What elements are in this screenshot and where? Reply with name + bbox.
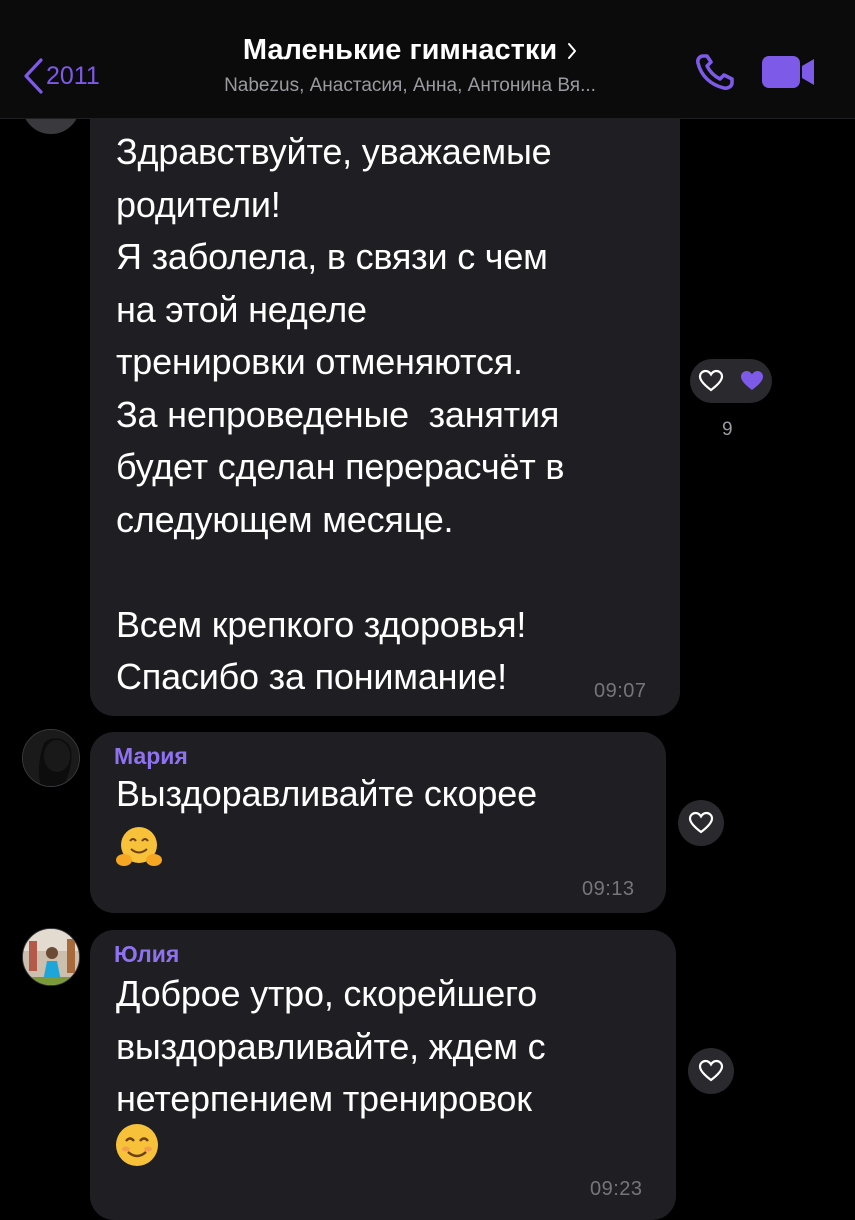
avatar-maria[interactable] [22, 729, 80, 787]
message-time: 09:07 [594, 680, 647, 702]
smiling-face-emoji [116, 1124, 158, 1166]
heart-outline-icon [688, 811, 714, 834]
chevron-right-icon [568, 42, 577, 59]
react-button[interactable] [678, 800, 724, 846]
message-bubble[interactable]: Юлия Доброе утро, скорейшего выздоравлив… [90, 930, 676, 1220]
chat-info[interactable]: Маленькие гимнастки Nabezus, Анастасия, … [160, 34, 660, 97]
reaction-count: 9 [722, 419, 733, 440]
person-photo-icon [23, 730, 79, 786]
message-text: Выздоравливайте скорее [116, 773, 537, 814]
chat-participants: Nabezus, Анастасия, Анна, Антонина Вя... [224, 75, 596, 96]
purple-heart-icon [740, 371, 763, 390]
chevron-left-icon [24, 58, 43, 94]
message-bubble[interactable]: Здравствуйте, уважаемые родители! Я забо… [90, 80, 680, 716]
message-text: Здравствуйте, уважаемые родители! Я забо… [116, 131, 565, 697]
message-time: 09:23 [590, 1178, 643, 1200]
unread-count: 2011 [46, 61, 100, 90]
message-time: 09:13 [582, 878, 635, 900]
message-text: Доброе утро, скорейшего выздоравливайте,… [116, 973, 546, 1119]
avatar-yulia[interactable] [22, 928, 80, 986]
video-camera-icon[interactable] [760, 54, 816, 90]
reactions-summary[interactable] [690, 359, 772, 403]
message-bubble[interactable]: Мария Выздоравливайте скорее 09:13 [90, 732, 666, 913]
heart-outline-icon [698, 369, 723, 392]
sender-name: Мария [114, 743, 188, 769]
react-button[interactable] [688, 1048, 734, 1094]
sender-name: Юлия [114, 941, 180, 967]
heart-outline-icon [698, 1059, 724, 1082]
back-button[interactable]: 2011 [22, 58, 100, 94]
person-photo-icon [23, 929, 79, 985]
chat-title[interactable]: Маленькие гимнастки [243, 34, 557, 67]
hugging-face-emoji [116, 827, 162, 866]
chat-header: 2011 Маленькие гимнастки Nabezus, Анаста… [0, 0, 855, 119]
phone-icon[interactable] [694, 52, 738, 92]
